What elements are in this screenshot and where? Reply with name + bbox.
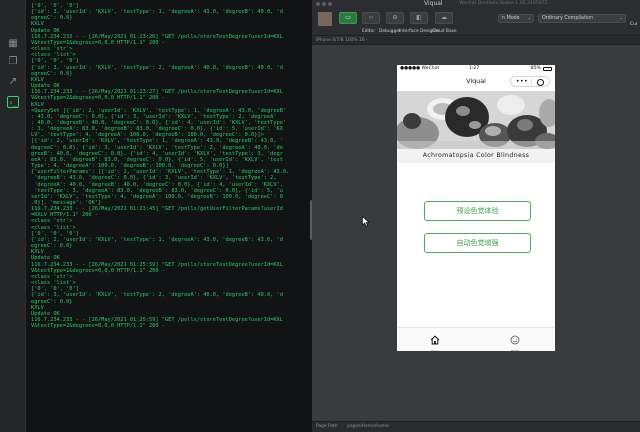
close-window-icon[interactable] [316,2,320,6]
interface-designer-button[interactable]: ◧ [410,12,428,24]
layers-icon[interactable]: ❐ [7,56,19,68]
terminal-line: <QuerySet [{'id': 2, 'userId': 'KXLV', '… [31,107,287,114]
phone-screen: ●●●●● WeChat 1:27 85% Viqual ••• Achroma… [397,65,555,351]
tab-home[interactable]: 首页 [415,330,455,351]
phone-nav-bar: Viqual ••• [397,73,555,90]
debugger-label: Debugger [379,29,401,34]
toolbar: ▭ ‹› ⚙ ◧ ☁ Editor Debugger Interface Des… [312,8,640,36]
clock-label: 1:27 [469,66,480,71]
terminal-line: greeB': 40.0, 'degreeC': 0.0}, {'id': 4,… [31,150,283,157]
carrier-label: ●●●●● WeChat [400,66,440,71]
mode-select[interactable]: n Mode ⌄ [498,14,534,23]
window-subtitle: - Wechat Devtools Stable 1.05.2105072 [456,1,548,6]
phone-status-bar: ●●●●● WeChat 1:27 85% [397,65,555,73]
cloud-base-button[interactable]: ☁ [435,12,453,24]
simulator-area: ●●●●● WeChat 1:27 85% Viqual ••• Achroma… [312,45,640,421]
tab-home-label: 首页 [415,350,455,351]
auto-color-enhance-button[interactable]: 自动色觉增强 [424,233,531,253]
compile-mode-select[interactable]: Ordinary Compilation ⌄ [538,14,626,23]
terminal-line: 'testType': 3, 'degreeA': 83.0, 'degreeB… [31,187,283,194]
mouse-cursor-icon [362,216,370,227]
home-icon [430,335,440,345]
window-titlebar: Viqual - Wechat Devtools Stable 1.05.210… [312,0,640,8]
terminal-line: V&testType=2&degrees=0,0,0 HTTP/1.1" 200… [31,323,165,330]
tab-bar: 首页 我的 [397,327,555,351]
battery-icon [543,67,552,71]
terminal-line: [{'id': 2, 'userId': 'KXLV', 'testType':… [31,138,283,145]
tab-mine[interactable]: 我的 [495,330,535,351]
device-selector[interactable]: iPhone 6/7/8 100% 16 - [312,37,640,45]
battery-label: 85% [530,66,541,71]
activity-bar: ▦ ❐ ↗ ›_ [0,0,26,432]
editor-label: Editor [362,29,375,34]
terminal-line: {'id': 3, 'userId': 'KXLV', 'testType': … [31,64,283,71]
banner-image [397,91,555,149]
share-icon[interactable]: ↗ [7,76,19,88]
preset-color-vision-button[interactable]: 预设色觉体验 [424,201,531,221]
menu-capsule[interactable]: ••• [510,76,550,87]
debugger-toggle-button[interactable]: ⚙ [386,12,404,24]
simulator-toggle-button[interactable]: ▭ [339,12,357,24]
minimize-window-icon[interactable] [322,2,326,6]
cloud-base-label: Cloud Base [432,29,457,34]
terminal-line: {'id': 2, 'userId': 'KXLV', 'testType': … [31,236,283,243]
page-path-label: Page Path [316,424,338,429]
editor-toggle-button[interactable]: ‹› [362,12,380,24]
close-miniprogram-icon[interactable] [537,78,544,86]
ide-status-bar: Page Path pages/Home/home [312,421,640,432]
terminal-line: 116.7.234.233 - - [26/May/2021 01:25:59]… [31,261,283,268]
maximize-window-icon[interactable] [328,2,332,6]
files-icon[interactable]: ▦ [7,38,19,50]
tab-mine-label: 我的 [495,350,535,351]
cut-label: Cur [630,22,638,27]
smiley-icon [510,335,520,345]
terminal-line: {'id': 3, 'userId': 'KXLV', 'testType': … [31,9,283,16]
terminal-line: 'degreeB': 43.0, 'degreeC': 0.0}, {'id':… [31,175,277,182]
avatar[interactable] [318,12,332,26]
terminal-line: degreeC': 0.0}, {'id': 3, 'userId': 'KXL… [31,144,283,151]
terminal-line: {'id': 3, 'userId': 'KXLV', 'testType': … [31,292,283,299]
page-path-value[interactable]: pages/Home/home [347,424,389,429]
terminal-icon[interactable]: ›_ [7,96,19,108]
screen: ▦ ❐ ↗ ›_ ['0', '0', '0'] {'id': 3, 'userI… [0,0,640,432]
banner-caption: Achromatopsia Color Blindness [397,149,555,163]
more-icon[interactable]: ••• [516,77,528,86]
terminal-output[interactable]: ['0', '0', '0'] {'id': 3, 'userId': 'KXLV… [26,0,312,432]
terminal-line: 'degreeA': 40.0, 'degreeB': 40.0, 'degre… [31,181,283,188]
window-title: Viqual [424,0,443,7]
